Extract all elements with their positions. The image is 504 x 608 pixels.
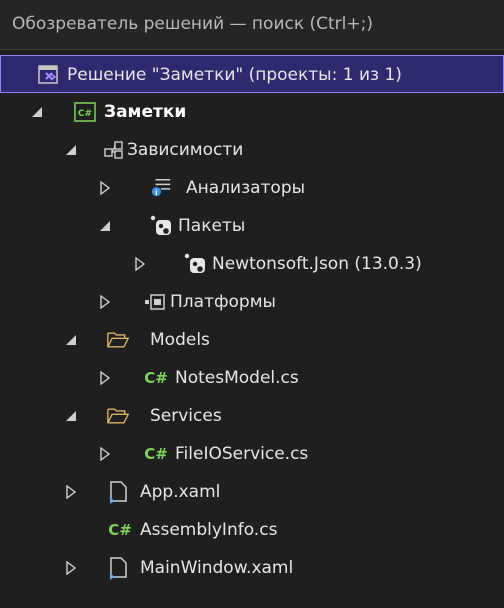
tree-item-platforms[interactable]: Платформы: [0, 283, 504, 321]
analyzers-label: Анализаторы: [186, 178, 306, 198]
appxaml-label: App.xaml: [140, 482, 221, 502]
tree-item-dependencies[interactable]: Зависимости: [0, 131, 504, 169]
csharp-file-icon: C#: [144, 445, 168, 463]
collapse-arrow-icon[interactable]: [30, 93, 44, 131]
csharp-file-icon: C#: [108, 521, 132, 539]
solution-icon: [37, 64, 59, 86]
tree-item-app-xaml[interactable]: App.xaml: [0, 473, 504, 511]
expand-arrow-icon[interactable]: [64, 549, 78, 587]
open-folder-icon: [107, 329, 129, 351]
fileioservice-label: FileIOService.cs: [175, 444, 309, 464]
tree-item-packages[interactable]: Пакеты: [0, 207, 504, 245]
collapse-arrow-icon[interactable]: [98, 207, 112, 245]
tree-item-solution[interactable]: Решение "Заметки" (проекты: 1 из 1): [0, 55, 504, 93]
tree-item-assemblyinfo-cs[interactable]: C# AssemblyInfo.cs: [0, 511, 504, 549]
csharp-project-icon: C#: [74, 101, 96, 123]
svg-text:C#: C#: [78, 109, 92, 119]
models-label: Models: [150, 330, 210, 350]
collapse-arrow-icon[interactable]: [64, 397, 78, 435]
project-label: Заметки: [104, 102, 187, 122]
tree-item-fileioservice-cs[interactable]: C# FileIOService.cs: [0, 435, 504, 473]
assemblyinfo-label: AssemblyInfo.cs: [140, 520, 278, 540]
platforms-label: Платформы: [170, 292, 276, 312]
dependencies-label: Зависимости: [127, 140, 244, 160]
xaml-file-icon: [107, 481, 129, 504]
tree-item-newtonsoft-json[interactable]: Newtonsoft.Json (13.0.3): [0, 245, 504, 283]
tree-item-services-folder[interactable]: Services: [0, 397, 504, 435]
notesmodel-label: NotesModel.cs: [175, 368, 299, 388]
platform-icon: [144, 291, 166, 313]
expand-arrow-icon[interactable]: [98, 169, 112, 207]
tree-item-project[interactable]: C# Заметки: [0, 93, 504, 131]
tree-item-analyzers[interactable]: i Анализаторы: [0, 169, 504, 207]
expand-arrow-icon[interactable]: [98, 283, 112, 321]
tree-item-notesmodel-cs[interactable]: C# NotesModel.cs: [0, 359, 504, 397]
expand-arrow-icon[interactable]: [64, 473, 78, 511]
mainwindow-label: MainWindow.xaml: [140, 558, 294, 578]
tree-item-mainwindow-xaml[interactable]: MainWindow.xaml: [0, 549, 504, 587]
xaml-file-icon: [107, 557, 129, 580]
svg-text:i: i: [155, 188, 158, 197]
collapse-arrow-icon[interactable]: [64, 131, 78, 169]
services-label: Services: [150, 406, 222, 426]
nuget-package-icon: [150, 215, 172, 237]
expand-arrow-icon[interactable]: [98, 435, 112, 473]
solution-label: Решение "Заметки" (проекты: 1 из 1): [67, 65, 402, 85]
solution-tree: Решение "Заметки" (проекты: 1 из 1) C# З…: [0, 55, 504, 587]
search-placeholder: Обозреватель решений — поиск (Ctrl+;): [12, 14, 373, 34]
dependencies-icon: [103, 139, 125, 161]
csharp-file-icon: C#: [144, 369, 168, 387]
expand-arrow-icon[interactable]: [133, 245, 147, 283]
open-folder-icon: [107, 405, 129, 427]
solution-explorer-search-bar[interactable]: Обозреватель решений — поиск (Ctrl+;): [0, 0, 504, 50]
packages-label: Пакеты: [178, 216, 246, 236]
analyzers-icon: i: [150, 177, 172, 199]
tree-item-models-folder[interactable]: Models: [0, 321, 504, 359]
expand-arrow-icon[interactable]: [98, 359, 112, 397]
collapse-arrow-icon[interactable]: [64, 321, 78, 359]
newtonsoft-label: Newtonsoft.Json (13.0.3): [212, 254, 422, 274]
nuget-package-icon: [184, 253, 206, 275]
